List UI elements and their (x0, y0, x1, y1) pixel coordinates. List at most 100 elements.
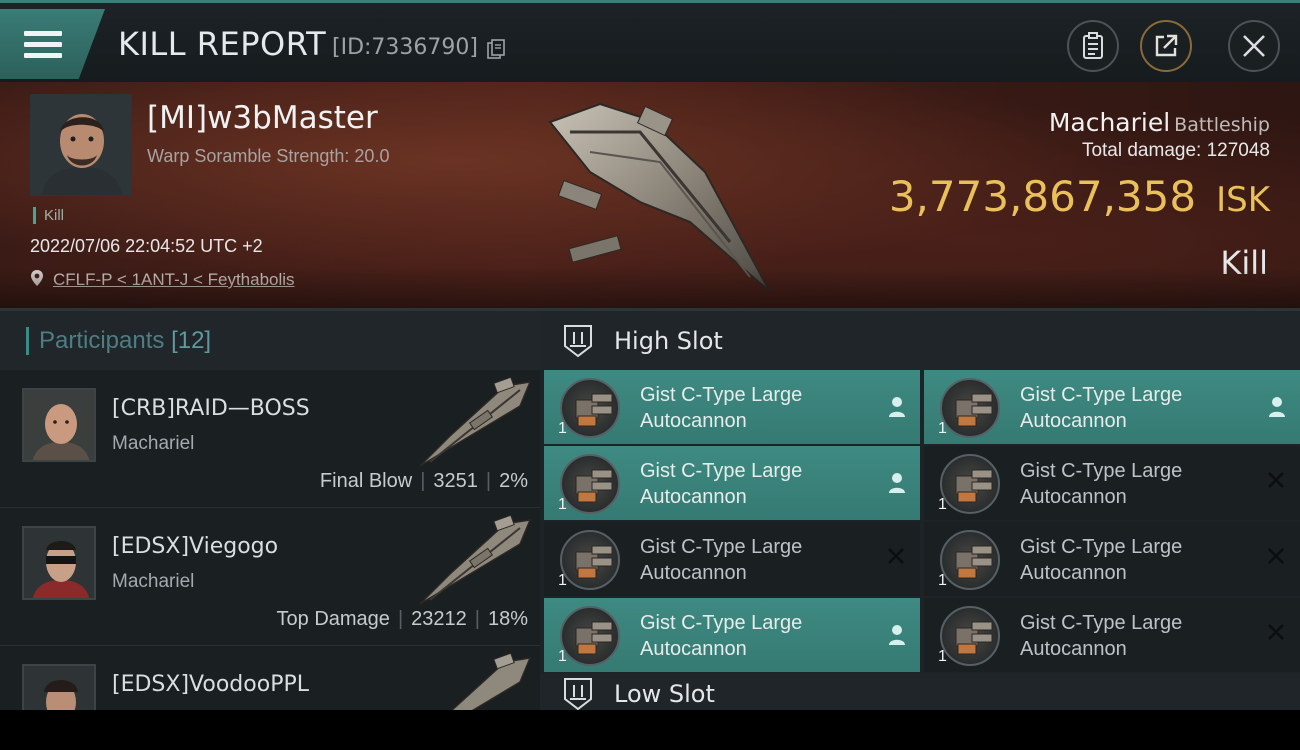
module-name-line2: Autocannon (640, 638, 747, 660)
module-tile[interactable]: 1 Gist C-Type Large Autocannon (924, 522, 1300, 596)
participant-name[interactable]: [CRB]RAID—BOSS (112, 396, 310, 421)
module-name-line2: Autocannon (1020, 562, 1127, 584)
module-tile[interactable]: 1 Gist C-Type Large Autocannon (924, 598, 1300, 672)
dropped-person-icon (888, 624, 906, 646)
module-name-line2: Autocannon (640, 410, 747, 432)
participant-percent: 2% (499, 470, 528, 492)
close-icon (1243, 35, 1265, 57)
participant-percent: 18% (487, 608, 528, 630)
report-id: [ID:7336790] (332, 35, 478, 60)
share-button[interactable] (1140, 20, 1192, 72)
participant-name[interactable]: [EDSX]VoodooPPL (112, 672, 309, 697)
module-name: Gist C-Type Large Autocannon (640, 382, 860, 434)
dropped-person-icon (888, 396, 906, 418)
kill-tag: Kill (33, 207, 64, 224)
low-slot-title: Low Slot (614, 680, 715, 708)
page-title: KILL REPORT (118, 25, 327, 63)
high-slot-header: High Slot (540, 308, 1300, 370)
participant-ship: Machariel (112, 571, 195, 592)
kill-timestamp: 2022/07/06 22:04:52 UTC +2 (30, 236, 263, 256)
total-damage-label: Total damage: (1081, 140, 1202, 161)
module-name-line1: Gist C-Type Large (640, 460, 803, 482)
module-name: Gist C-Type Large Autocannon (1020, 534, 1240, 586)
location-pin-icon (31, 270, 43, 286)
module-tile[interactable]: 1 Gist C-Type Large Autocannon (544, 598, 920, 672)
module-quantity: 1 (938, 496, 947, 513)
close-button[interactable] (1228, 20, 1280, 72)
autocannon-icon (560, 606, 620, 666)
module-name: Gist C-Type Large Autocannon (1020, 458, 1240, 510)
module-name-line1: Gist C-Type Large (640, 536, 803, 558)
participant-ship: Machariel (112, 433, 195, 454)
participant-stats: Final Blow | 3251 | 2% (319, 470, 528, 492)
low-slot-icon (564, 678, 592, 710)
bottom-bar (0, 710, 1300, 750)
module-name: Gist C-Type Large Autocannon (640, 610, 860, 662)
participants-panel: Participants [12] [CRB]RAID—BOSS Machari… (0, 308, 540, 750)
participants-title: Participants [12] (26, 326, 211, 355)
participant-ship-image (419, 514, 532, 605)
participant-row[interactable]: [EDSX]Viegogo Machariel Top Damage | 23212… (0, 508, 540, 646)
menu-icon[interactable] (24, 31, 62, 61)
destroyed-x-icon (886, 546, 906, 566)
isk-unit: ISK (1216, 180, 1270, 220)
victim-panel: [MI]w3bMaster Warp Soramble Strength: 20… (0, 82, 1300, 308)
module-name-line1: Gist C-Type Large (1020, 536, 1183, 558)
module-name-line1: Gist C-Type Large (1020, 612, 1183, 634)
module-quantity: 1 (558, 496, 567, 513)
participant-ship-image (419, 376, 532, 467)
location-link[interactable]: CFLF-P < 1ANT-J < Feythabolis (53, 270, 295, 290)
module-name-line1: Gist C-Type Large (640, 384, 803, 406)
ship-name: Machariel (1048, 108, 1171, 137)
dropped-person-icon (1268, 396, 1286, 418)
participant-role: Top Damage (276, 608, 390, 630)
module-quantity: 1 (558, 648, 567, 665)
module-name: Gist C-Type Large Autocannon (640, 534, 860, 586)
autocannon-icon (940, 530, 1000, 590)
participant-avatar[interactable] (22, 388, 96, 462)
copy-icon[interactable] (487, 39, 505, 59)
autocannon-icon (940, 606, 1000, 666)
victim-avatar[interactable] (30, 94, 132, 196)
module-tile[interactable]: 1 Gist C-Type Large Autocannon (544, 370, 920, 444)
participant-damage: 23212 (411, 608, 467, 630)
module-name-line2: Autocannon (640, 486, 747, 508)
victim-ship[interactable]: Machariel Battleship (1049, 108, 1270, 137)
low-slot-header: Low Slot (540, 674, 1300, 710)
module-tile[interactable]: 1 Gist C-Type Large Autocannon (544, 446, 920, 520)
isk-amount: 3,773,867,358 (888, 172, 1197, 221)
module-name-line1: Gist C-Type Large (1020, 384, 1183, 406)
autocannon-icon (940, 454, 1000, 514)
participant-damage: 3251 (433, 470, 478, 492)
module-quantity: 1 (938, 420, 947, 437)
autocannon-icon (940, 378, 1000, 438)
module-name-line2: Autocannon (1020, 410, 1127, 432)
total-damage: Total damage: 127048 (1082, 140, 1270, 162)
high-slot-title: High Slot (614, 326, 723, 355)
participant-avatar[interactable] (22, 526, 96, 600)
module-name-line1: Gist C-Type Large (640, 612, 803, 634)
autocannon-icon (560, 530, 620, 590)
clipboard-button[interactable] (1067, 20, 1119, 72)
module-tile[interactable]: 1 Gist C-Type Large Autocannon (924, 446, 1300, 520)
destroyed-x-icon (1266, 546, 1286, 566)
participant-row[interactable]: [CRB]RAID—BOSS Machariel Final Blow | 3251… (0, 370, 540, 508)
menu-tab[interactable] (0, 9, 105, 79)
participants-label: Participants (39, 326, 165, 354)
isk-value: 3,773,867,358 ISK (889, 172, 1270, 221)
participant-role: Final Blow (319, 470, 413, 492)
victim-ship-image (548, 102, 771, 293)
autocannon-icon (560, 454, 620, 514)
module-tile[interactable]: 1 Gist C-Type Large Autocannon (924, 370, 1300, 444)
participant-name[interactable]: [EDSX]Viegogo (112, 534, 278, 559)
module-quantity: 1 (558, 420, 567, 437)
module-name-line2: Autocannon (640, 562, 747, 584)
module-name-line1: Gist C-Type Large (1020, 460, 1183, 482)
module-quantity: 1 (938, 572, 947, 589)
module-tile[interactable]: 1 Gist C-Type Large Autocannon (544, 522, 920, 596)
destroyed-x-icon (1266, 470, 1286, 490)
victim-name[interactable]: [MI]w3bMaster (147, 100, 378, 136)
module-quantity: 1 (938, 648, 947, 665)
share-icon (1155, 34, 1178, 57)
kill-result: Kill (1220, 244, 1268, 282)
